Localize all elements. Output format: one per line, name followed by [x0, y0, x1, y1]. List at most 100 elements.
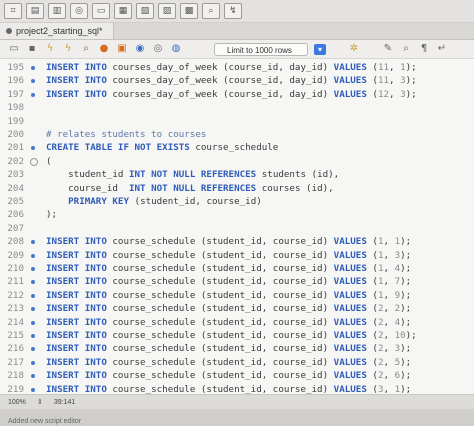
code-line[interactable]: 206);	[0, 208, 474, 221]
code-line[interactable]: 205 PRIMARY KEY (student_id, course_id)	[0, 195, 474, 208]
code-line[interactable]: 219 INSERT INTO course_schedule (student_…	[0, 383, 474, 394]
invisible-chars-icon[interactable]: ¶	[418, 43, 430, 55]
code-line[interactable]: 202 (	[0, 155, 474, 168]
code-line[interactable]: 199	[0, 115, 474, 128]
line-number: 211	[7, 276, 24, 288]
sql-keyword: VALUES	[333, 316, 367, 328]
code-line[interactable]: 196 INSERT INTO courses_day_of_week (cour…	[0, 74, 474, 87]
sql-text: ,	[383, 343, 395, 355]
code-line[interactable]: 217 INSERT INTO course_schedule (student_…	[0, 356, 474, 369]
open-file-icon[interactable]: ▭	[8, 43, 20, 55]
open-script-icon[interactable]: ▥	[48, 3, 66, 19]
sql-text: courses_day_of_week (course_id, day_id)	[106, 62, 334, 73]
toggle-continue-on-error-icon[interactable]: ▣	[116, 43, 128, 55]
code-line[interactable]: 203 student_id INT NOT NULL REFERENCES s…	[0, 168, 474, 181]
line-number: 197	[7, 88, 24, 100]
new-connection-icon[interactable]: ⌗	[4, 3, 22, 19]
sql-text: (	[366, 62, 378, 73]
zoom-level: 100%	[8, 398, 26, 406]
code-text: );	[46, 208, 57, 221]
sql-keyword: INSERT INTO	[46, 75, 107, 87]
beautify-icon[interactable]: ✲	[348, 43, 360, 55]
code-line[interactable]: 200 # relates students to courses	[0, 128, 474, 141]
sql-keyword: INSERT INTO	[46, 276, 107, 288]
line-number: 204	[7, 182, 24, 194]
code-line[interactable]: 213 INSERT INTO course_schedule (student_…	[0, 302, 474, 315]
statement-marker-icon	[31, 79, 35, 84]
code-text: INSERT INTO course_schedule (student_id,…	[46, 249, 411, 262]
explain-icon[interactable]: ⌕	[80, 43, 92, 55]
reconnect-icon[interactable]: ↯	[224, 3, 242, 19]
sql-text: ,	[383, 303, 395, 315]
code-text: INSERT INTO course_schedule (student_id,…	[46, 316, 411, 329]
open-sql-icon[interactable]: ▤	[26, 3, 44, 19]
code-line[interactable]: 212 INSERT INTO course_schedule (student_…	[0, 289, 474, 302]
close-tab-icon[interactable]	[6, 28, 12, 34]
statement-marker-icon	[31, 267, 35, 271]
cursor-position: 39:141	[53, 398, 76, 406]
save-icon[interactable]: ▪	[26, 43, 38, 55]
sql-keyword: INSERT INTO	[46, 236, 107, 248]
code-line[interactable]: 207	[0, 222, 474, 235]
line-number: 213	[7, 303, 24, 315]
code-line[interactable]: 216 INSERT INTO course_schedule (student_…	[0, 342, 474, 355]
code-line[interactable]: 208 INSERT INTO course_schedule (student_…	[0, 235, 474, 248]
sql-editor[interactable]: 195 INSERT INTO courses_day_of_week (cour…	[0, 59, 474, 394]
autocommit-icon[interactable]: ◍	[170, 43, 182, 55]
statement-marker-icon	[31, 92, 35, 97]
tab-project2-starting-sql[interactable]: project2_starting_sql*	[0, 23, 114, 39]
code-text: PRIMARY KEY (student_id, course_id)	[46, 195, 262, 208]
create-schema-icon[interactable]: ▭	[92, 3, 110, 19]
sql-text: (	[366, 303, 378, 315]
execute-icon[interactable]: ϟ	[44, 43, 56, 55]
rollback-icon[interactable]: ◎	[152, 43, 164, 55]
code-line[interactable]: 198	[0, 101, 474, 114]
line-number: 195	[7, 62, 24, 73]
find-icon[interactable]: ✎	[382, 43, 394, 55]
zoom-stepper[interactable]: ⇕	[36, 398, 44, 407]
line-number: 198	[7, 102, 24, 114]
inspector-icon[interactable]: ◎	[70, 3, 88, 19]
sql-keyword: INSERT INTO	[46, 343, 107, 355]
search-icon[interactable]: ⌕	[400, 43, 412, 55]
code-text: INSERT INTO course_schedule (student_id,…	[46, 342, 411, 355]
wrap-lines-icon[interactable]: ↵	[436, 43, 448, 55]
code-line[interactable]: 197 INSERT INTO courses_day_of_week (cour…	[0, 88, 474, 101]
fold-toggle-icon[interactable]	[30, 157, 38, 166]
sql-text: (	[366, 88, 378, 100]
code-line[interactable]: 211 INSERT INTO course_schedule (student_…	[0, 275, 474, 288]
create-view-icon[interactable]: ▧	[136, 3, 154, 19]
statement-marker-icon	[31, 307, 35, 312]
code-line[interactable]: 210 INSERT INTO course_schedule (student_…	[0, 262, 474, 275]
sql-number: 12	[377, 88, 390, 100]
code-line[interactable]: 201 CREATE TABLE IF NOT EXISTS course_sch…	[0, 141, 474, 154]
statement-marker-icon	[31, 347, 35, 352]
execute-current-icon[interactable]: ϟ	[62, 43, 74, 55]
search-table-icon[interactable]: ⌕	[202, 3, 220, 19]
create-table-icon[interactable]: ▦	[114, 3, 132, 19]
stop-icon[interactable]: ●	[98, 43, 110, 55]
tab-label: project2_starting_sql*	[16, 26, 103, 36]
limit-rows-select[interactable]: Limit to 1000 rows	[214, 42, 308, 56]
code-line[interactable]: 215 INSERT INTO course_schedule (student_…	[0, 329, 474, 342]
statement-marker-icon	[31, 320, 35, 325]
sql-text: course_schedule (student_id, course_id)	[106, 383, 334, 394]
code-text: INSERT INTO course_schedule (student_id,…	[46, 302, 411, 315]
create-function-icon[interactable]: ▩	[180, 3, 198, 19]
sql-text: (	[366, 316, 378, 328]
create-procedure-icon[interactable]: ▨	[158, 3, 176, 19]
sql-text: ,	[383, 289, 395, 301]
code-line[interactable]: 214 INSERT INTO course_schedule (student_…	[0, 316, 474, 329]
code-text: INSERT INTO course_schedule (student_id,…	[46, 356, 411, 369]
sql-comment: # relates students to courses	[46, 129, 207, 140]
commit-icon[interactable]: ◉	[134, 43, 146, 55]
code-text: INSERT INTO course_schedule (student_id,…	[46, 329, 417, 342]
line-number: 208	[7, 236, 24, 248]
code-line[interactable]: 204 course_id INT NOT NULL REFERENCES co…	[0, 182, 474, 195]
chevron-down-icon[interactable]: ▾	[314, 43, 326, 55]
sql-keyword: VALUES	[333, 236, 367, 248]
code-line[interactable]: 195 INSERT INTO courses_day_of_week (cour…	[0, 61, 474, 74]
sql-text: ,	[389, 88, 401, 100]
code-line[interactable]: 209 INSERT INTO course_schedule (student_…	[0, 249, 474, 262]
code-line[interactable]: 218 INSERT INTO course_schedule (student_…	[0, 369, 474, 382]
